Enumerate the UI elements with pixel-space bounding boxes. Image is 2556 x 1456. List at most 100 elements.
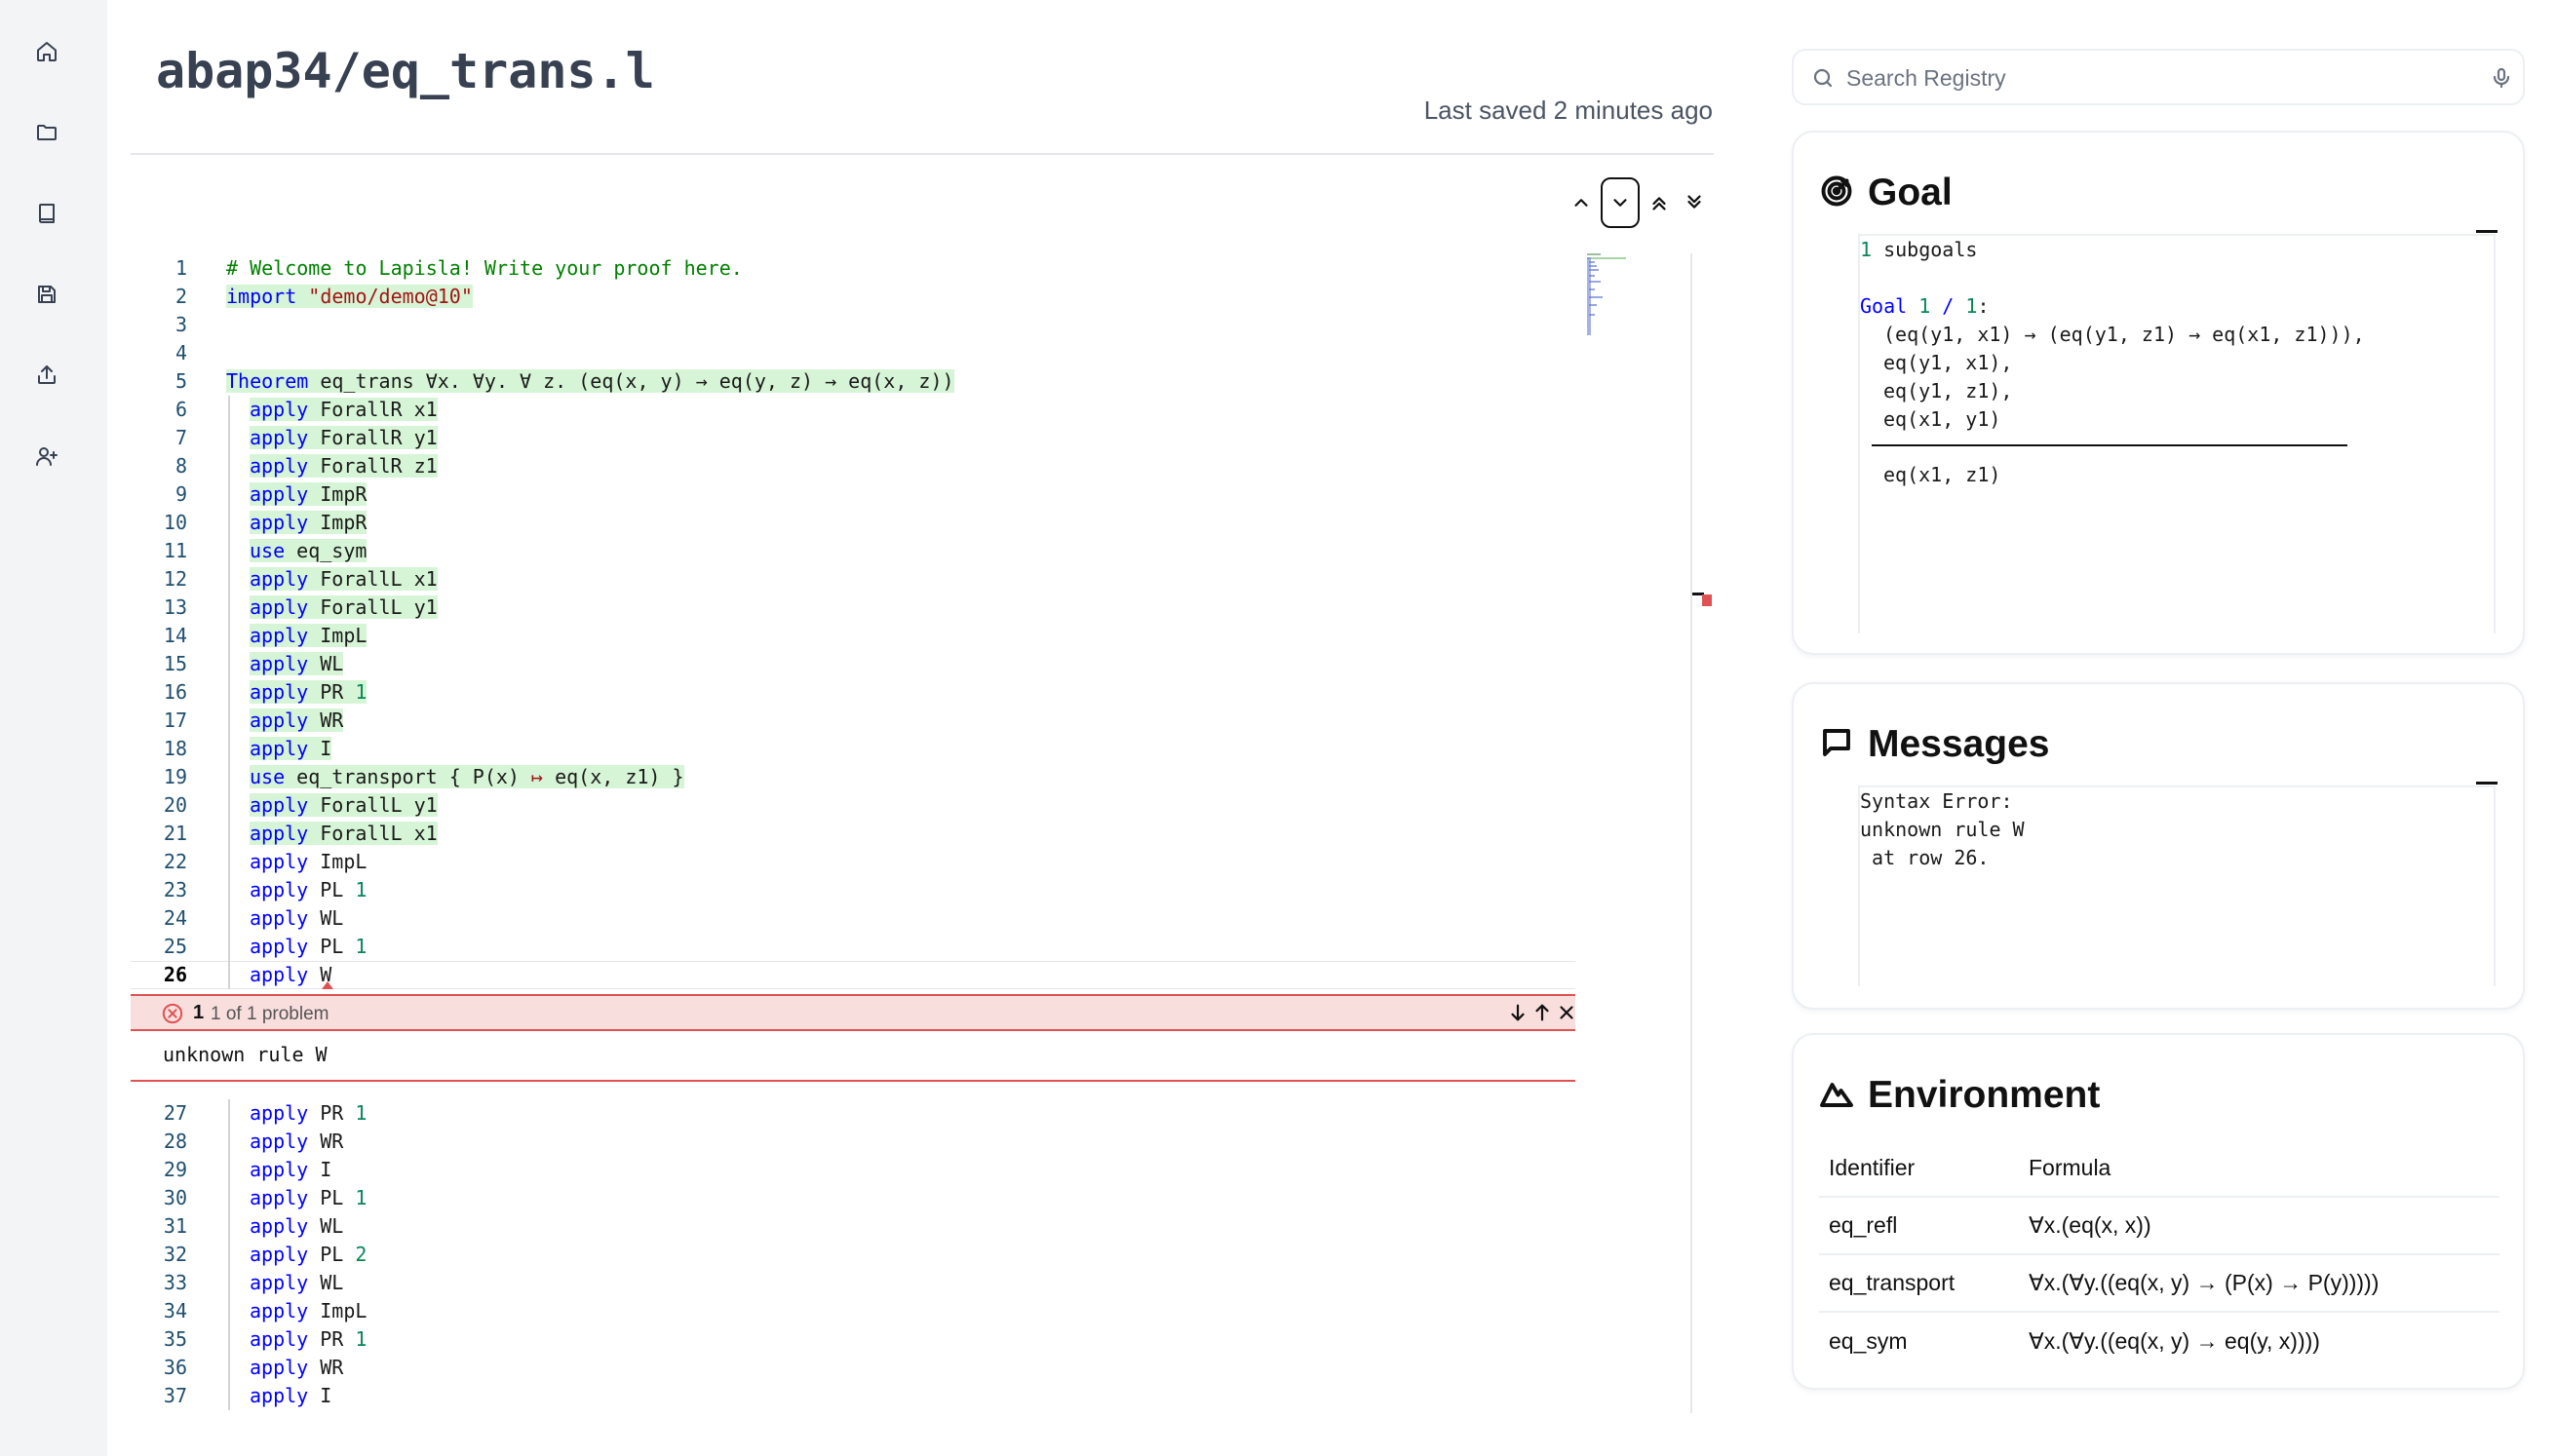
code-line[interactable]: 19 use eq_transport { P(x) ↦ eq(x, z1) } xyxy=(131,763,1573,791)
code-token: "demo/demo@10" xyxy=(308,285,473,308)
code-line[interactable]: 18 apply I xyxy=(131,735,1573,763)
editor-scrollbar[interactable] xyxy=(1690,253,1692,1413)
code-token: apply xyxy=(250,511,309,534)
code-token: PL xyxy=(308,935,356,958)
code-token: PR xyxy=(308,1327,356,1351)
user-plus-icon[interactable] xyxy=(30,440,63,473)
code-line[interactable]: 32 apply PL 2 xyxy=(131,1241,1573,1269)
code-line[interactable]: 7 apply ForallR y1 xyxy=(131,424,1573,452)
code-token: apply xyxy=(250,1243,309,1266)
identifier-cell: eq_refl xyxy=(1819,1197,2019,1255)
code-token: apply xyxy=(250,1214,309,1238)
book-icon[interactable] xyxy=(30,197,63,230)
chevron-up-icon[interactable] xyxy=(1562,177,1601,228)
line-number: 23 xyxy=(163,878,187,901)
code-line[interactable]: 25 apply PL 1 xyxy=(131,933,1573,961)
code-line[interactable]: 26 apply W xyxy=(131,961,1575,989)
code-line[interactable]: 8 apply ForallR z1 xyxy=(131,452,1573,480)
code-token: ImpL xyxy=(308,624,368,647)
code-line[interactable]: 36 apply WR xyxy=(131,1354,1573,1382)
code-line[interactable]: 29 apply I xyxy=(131,1156,1573,1184)
indent-guide xyxy=(228,424,230,452)
code-line[interactable]: 6 apply ForallR x1 xyxy=(131,396,1573,424)
formula-cell: ∀x.(∀y.((eq(x, y) → (P(x) → P(y))))) xyxy=(2019,1254,2499,1313)
code-line[interactable]: 27 apply PR 1 xyxy=(131,1099,1573,1128)
message-line-3: at row 26. xyxy=(1860,846,1990,869)
code-line[interactable]: 5 Theorem eq_trans ∀x. ∀y. ∀ z. (eq(x, y)… xyxy=(131,367,1573,396)
code-line[interactable]: 4 xyxy=(131,339,1573,367)
code-line[interactable]: 17 apply WR xyxy=(131,707,1573,735)
code-line[interactable]: 20 apply ForallL y1 xyxy=(131,791,1573,820)
chevrons-up-icon[interactable] xyxy=(1640,177,1679,228)
code-token: eq_sym xyxy=(285,539,368,562)
code-line[interactable]: 30 apply PL 1 xyxy=(131,1184,1573,1212)
next-problem-icon[interactable] xyxy=(1507,1002,1529,1028)
code-editor[interactable]: 1 # Welcome to Lapisla! Write your proof … xyxy=(131,175,1714,1413)
line-number: 13 xyxy=(163,595,187,619)
goal-panel: Goal 1 subgoals Goal 1 / 1: (eq(y1, x1) … xyxy=(1792,131,2525,655)
code-token: PR xyxy=(308,1101,356,1125)
code-line[interactable]: 15 apply WL xyxy=(131,650,1573,678)
code-line[interactable]: 12 apply ForallL x1 xyxy=(131,565,1573,594)
code-text: use eq_sym xyxy=(250,537,368,565)
code-token: apply xyxy=(250,709,309,732)
code-line[interactable]: 23 apply PL 1 xyxy=(131,876,1573,904)
microphone-icon[interactable] xyxy=(2490,66,2513,90)
code-line[interactable]: 1 # Welcome to Lapisla! Write your proof … xyxy=(131,254,1573,283)
code-line[interactable]: 11 use eq_sym xyxy=(131,537,1573,565)
code-line[interactable]: 35 apply PR 1 xyxy=(131,1325,1573,1354)
code-token: apply xyxy=(250,454,309,478)
code-line[interactable]: 13 apply ForallL y1 xyxy=(131,594,1573,622)
home-icon[interactable] xyxy=(30,35,63,68)
line-number: 21 xyxy=(163,822,187,845)
previous-problem-icon[interactable] xyxy=(1531,1002,1553,1028)
line-number: 11 xyxy=(163,539,187,562)
code-line[interactable]: 10 apply ImpR xyxy=(131,509,1573,537)
messages-content: Syntax Error: unknown rule W at row 26. xyxy=(1858,782,2498,986)
line-number: 15 xyxy=(163,652,187,675)
code-line[interactable]: 34 apply ImpL xyxy=(131,1297,1573,1325)
environment-table: Identifier Formula eq_refl ∀x.(eq(x, x))… xyxy=(1819,1140,2499,1369)
code-line[interactable]: 33 apply WL xyxy=(131,1269,1573,1297)
table-row: eq_transport ∀x.(∀y.((eq(x, y) → (P(x) →… xyxy=(1819,1254,2499,1313)
code-line[interactable]: 2 import "demo/demo@10" xyxy=(131,283,1573,311)
search-bar[interactable] xyxy=(1792,49,2525,105)
line-number: 32 xyxy=(163,1243,187,1266)
code-token: apply xyxy=(250,426,309,449)
folder-icon[interactable] xyxy=(30,116,63,149)
close-icon[interactable] xyxy=(1556,1002,1577,1028)
scrollbar-error-marker xyxy=(1702,594,1712,606)
code-token: 1 xyxy=(355,680,368,704)
code-text: import "demo/demo@10" xyxy=(226,283,473,311)
code-line[interactable]: 14 apply ImpL xyxy=(131,622,1573,650)
indent-guide xyxy=(228,904,230,933)
indent-guide xyxy=(228,1325,230,1354)
code-line[interactable]: 24 apply WL xyxy=(131,904,1573,933)
identifier-cell: eq_sym xyxy=(1829,1327,1908,1354)
code-token: eq_transport { P(x) xyxy=(285,765,531,788)
line-number: 34 xyxy=(163,1299,187,1322)
goal-title: Goal xyxy=(1868,172,1953,213)
line-number: 10 xyxy=(163,511,187,534)
code-line[interactable]: 16 apply PR 1 xyxy=(131,678,1573,707)
code-line[interactable]: 9 apply ImpR xyxy=(131,480,1573,509)
minimap[interactable] xyxy=(1587,253,1655,341)
code-line[interactable]: 22 apply ImpL xyxy=(131,848,1573,876)
code-token: apply xyxy=(250,398,309,421)
code-text: apply PR 1 xyxy=(250,1325,367,1354)
save-icon[interactable] xyxy=(30,278,63,311)
code-token: 1 xyxy=(355,878,368,901)
code-token: ForallR z1 xyxy=(308,454,438,478)
chevron-down-icon[interactable] xyxy=(1601,177,1640,228)
search-input[interactable] xyxy=(1846,60,2451,96)
chevrons-down-icon[interactable] xyxy=(1675,177,1714,228)
current-line-highlight xyxy=(131,961,1575,989)
code-line[interactable]: 21 apply ForallL x1 xyxy=(131,820,1573,848)
line-number: 27 xyxy=(163,1101,187,1125)
code-line[interactable]: 28 apply WR xyxy=(131,1128,1573,1156)
share-icon[interactable] xyxy=(30,359,63,392)
indent-guide xyxy=(228,820,230,848)
code-line[interactable]: 31 apply WL xyxy=(131,1212,1573,1241)
code-line[interactable]: 3 xyxy=(131,311,1573,339)
code-line[interactable]: 37 apply I xyxy=(131,1382,1573,1410)
